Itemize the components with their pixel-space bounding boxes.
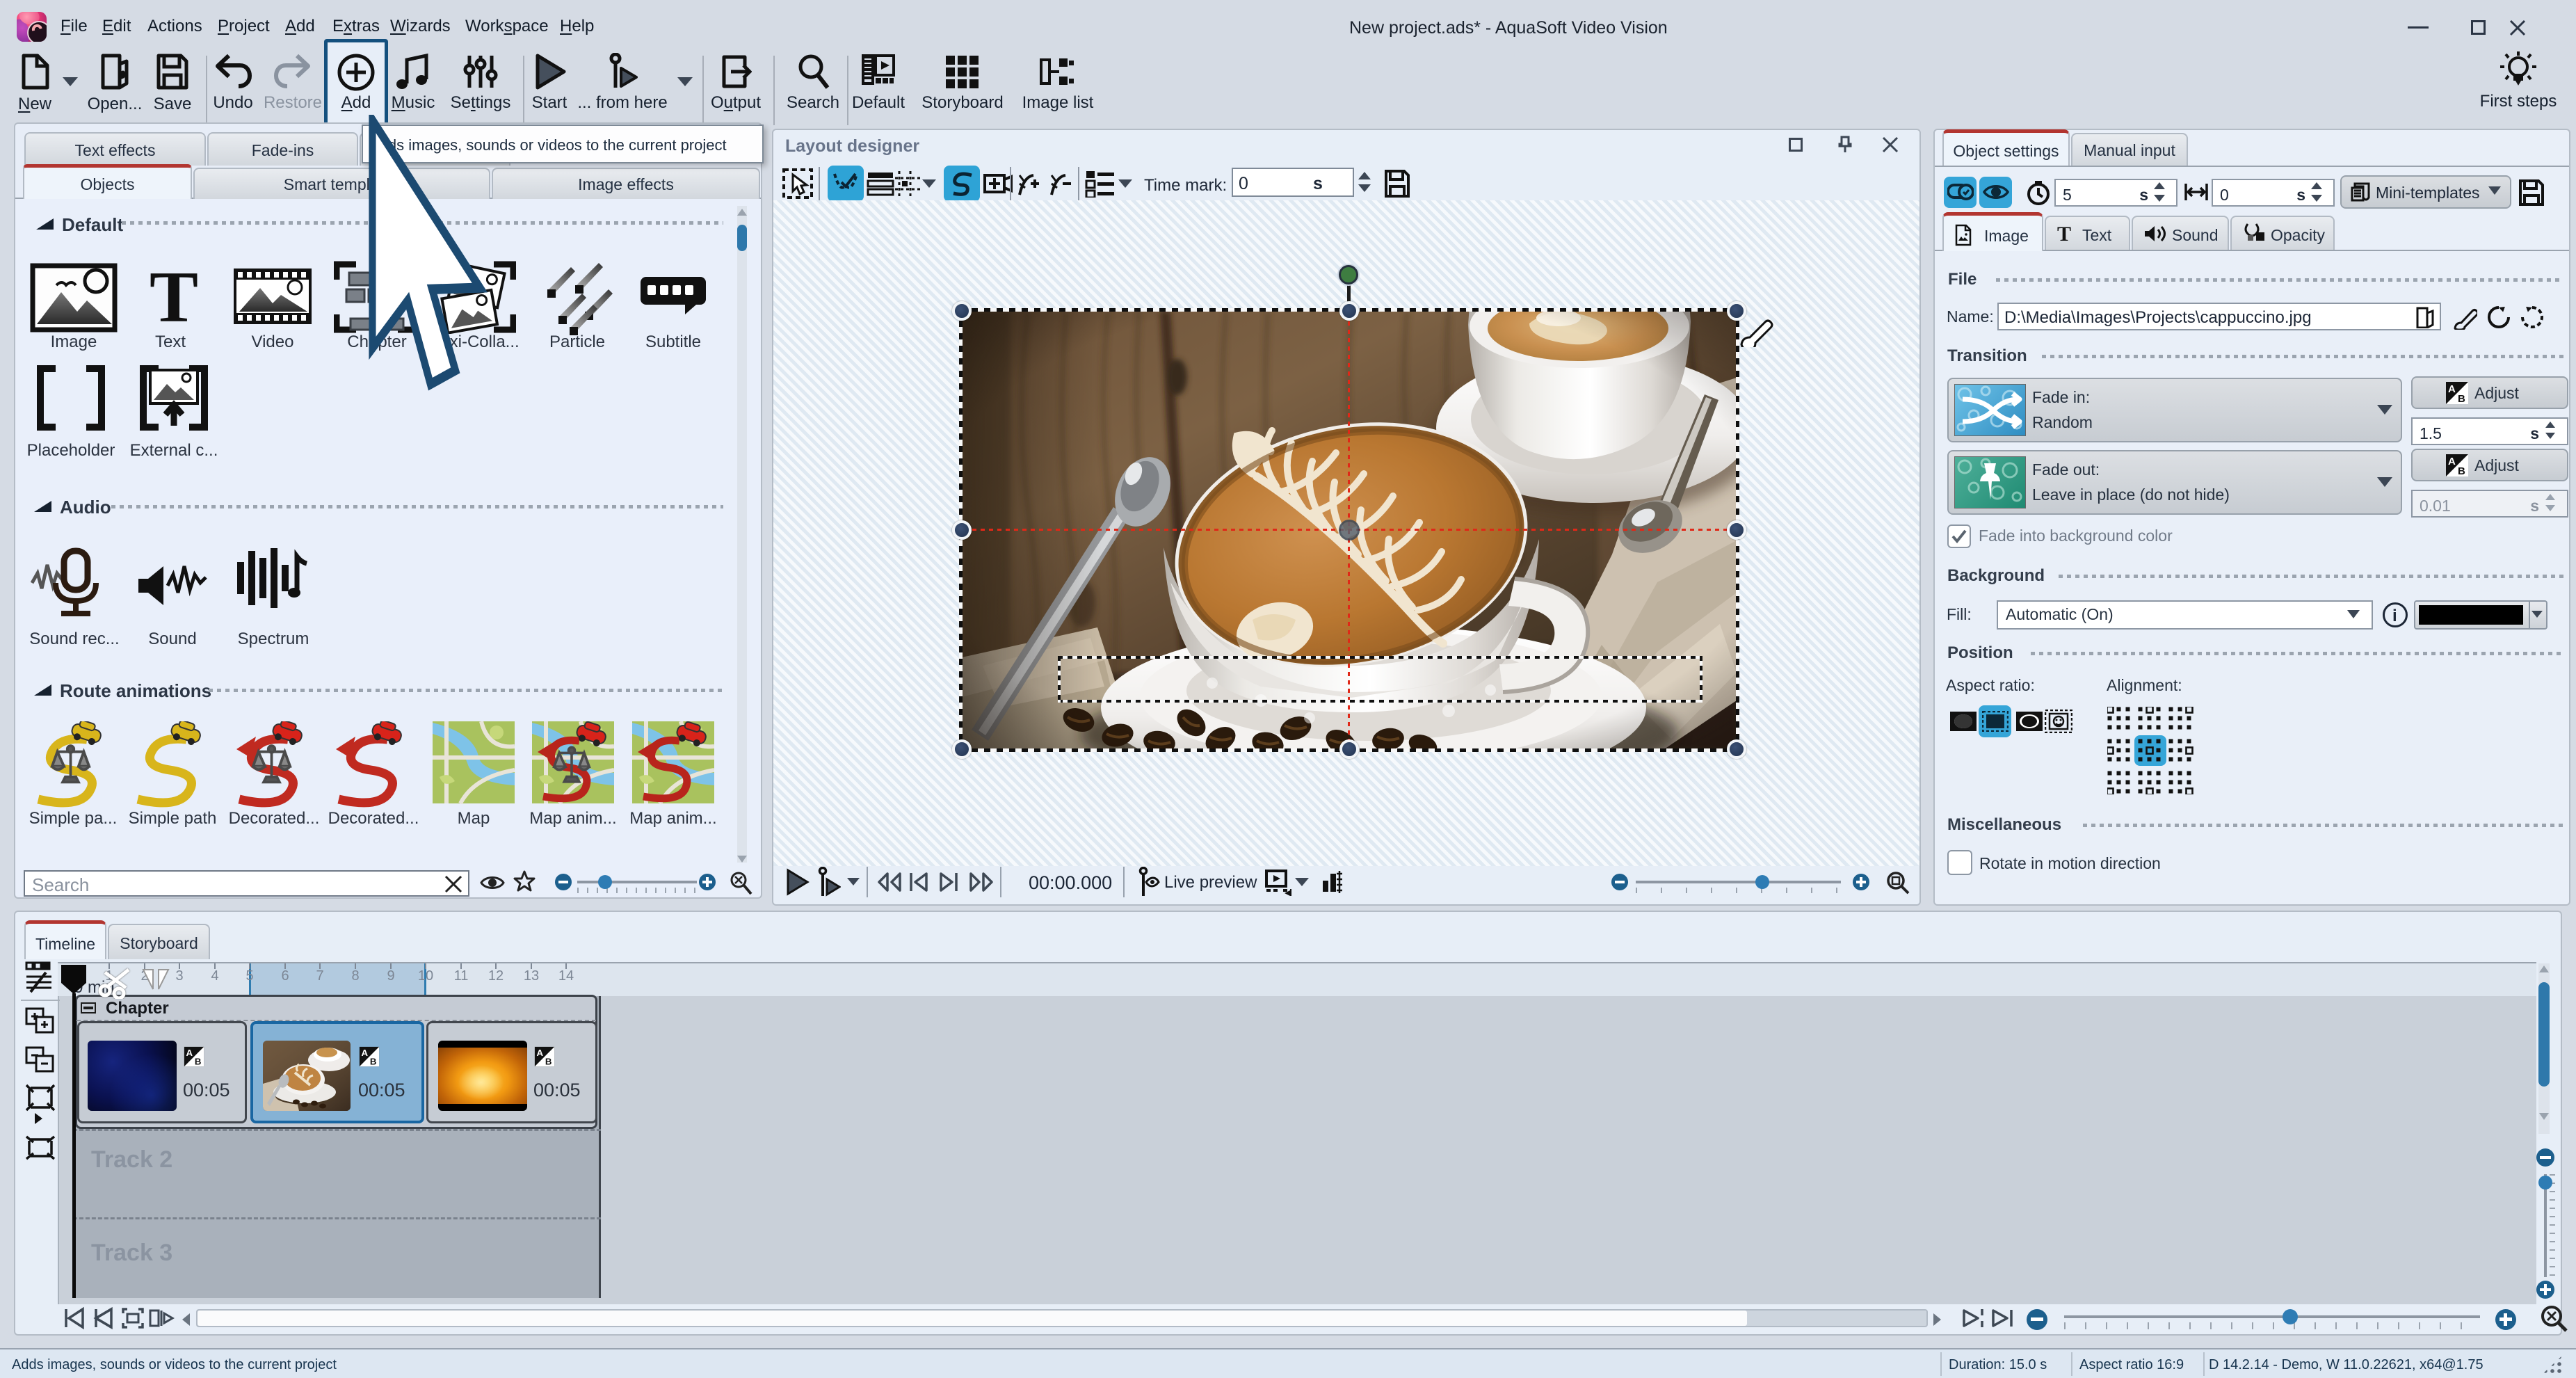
svg-text:B: B bbox=[2458, 393, 2465, 405]
svg-text:A: A bbox=[2448, 383, 2456, 395]
svg-text:B: B bbox=[2458, 465, 2465, 477]
svg-text:B: B bbox=[545, 1056, 552, 1066]
svg-text:A: A bbox=[2448, 456, 2456, 467]
svg-text:A: A bbox=[537, 1048, 544, 1058]
svg-text:A: A bbox=[362, 1048, 369, 1058]
svg-text:B: B bbox=[370, 1056, 377, 1066]
svg-text:A: A bbox=[186, 1048, 193, 1058]
svg-text:B: B bbox=[195, 1056, 202, 1066]
